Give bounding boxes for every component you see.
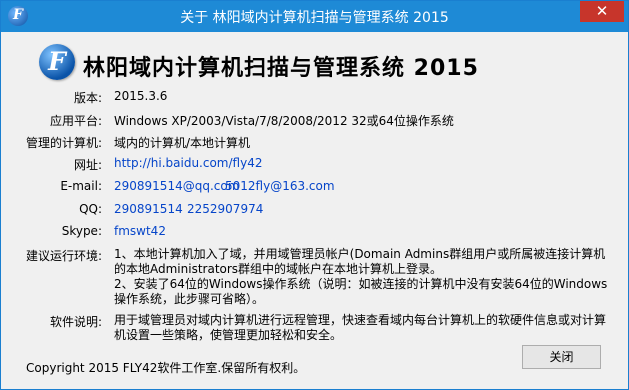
email-link-163[interactable]: 5012fly@163.com	[225, 179, 335, 193]
website-label: 网址:	[73, 158, 102, 172]
platform-label: 应用平台:	[49, 114, 102, 128]
title-bar[interactable]: F 关于 林阳域内计算机扫描与管理系统 2015 ✕	[1, 1, 628, 32]
qq-link-1[interactable]: 290891514	[114, 202, 183, 216]
skype-link[interactable]: fmswt42	[114, 224, 166, 238]
qq-label: QQ:	[79, 202, 102, 216]
website-link[interactable]: http://hi.baidu.com/fly42	[114, 156, 262, 170]
email-link-qq[interactable]: 290891514@qq.com	[114, 179, 239, 193]
managed-value: 域内的计算机/本地计算机	[114, 136, 251, 150]
email-label: E-mail:	[60, 179, 102, 193]
environment-item-1: 1、本地计算机加入了域，并用域管理员帐户(Domain Admins群组用户或所…	[114, 247, 606, 276]
product-title: 林阳域内计算机扫描与管理系统 2015	[83, 56, 479, 81]
close-icon[interactable]: ✕	[580, 1, 624, 22]
about-dialog: F 关于 林阳域内计算机扫描与管理系统 2015 ✕ F 林阳域内计算机扫描与管…	[0, 0, 629, 390]
close-button[interactable]: 关闭	[522, 345, 601, 369]
description-text: 用于域管理员对域内计算机进行远程管理，快速查看域内每台计算机上的软硬件信息或对计…	[114, 313, 607, 342]
platform-value: Windows XP/2003/Vista/7/8/2008/2012 32或6…	[114, 114, 454, 128]
qq-link-2[interactable]: 2252907974	[187, 202, 263, 216]
version-value: 2015.3.6	[114, 89, 168, 103]
product-logo-icon: F	[39, 44, 75, 80]
copyright-text: Copyright 2015 FLY42软件工作室.保留所有权利。	[26, 361, 306, 375]
description-label: 软件说明:	[49, 315, 102, 329]
environment-item-2: 2、安装了64位的Windows操作系统（说明：如被连接的计算机中没有安装64位…	[114, 277, 608, 306]
window-title: 关于 林阳域内计算机扫描与管理系统 2015	[180, 10, 449, 26]
version-label: 版本:	[73, 91, 102, 105]
skype-label: Skype:	[61, 224, 102, 238]
managed-label: 管理的计算机:	[25, 136, 102, 150]
environment-label: 建议运行环境:	[25, 249, 102, 263]
